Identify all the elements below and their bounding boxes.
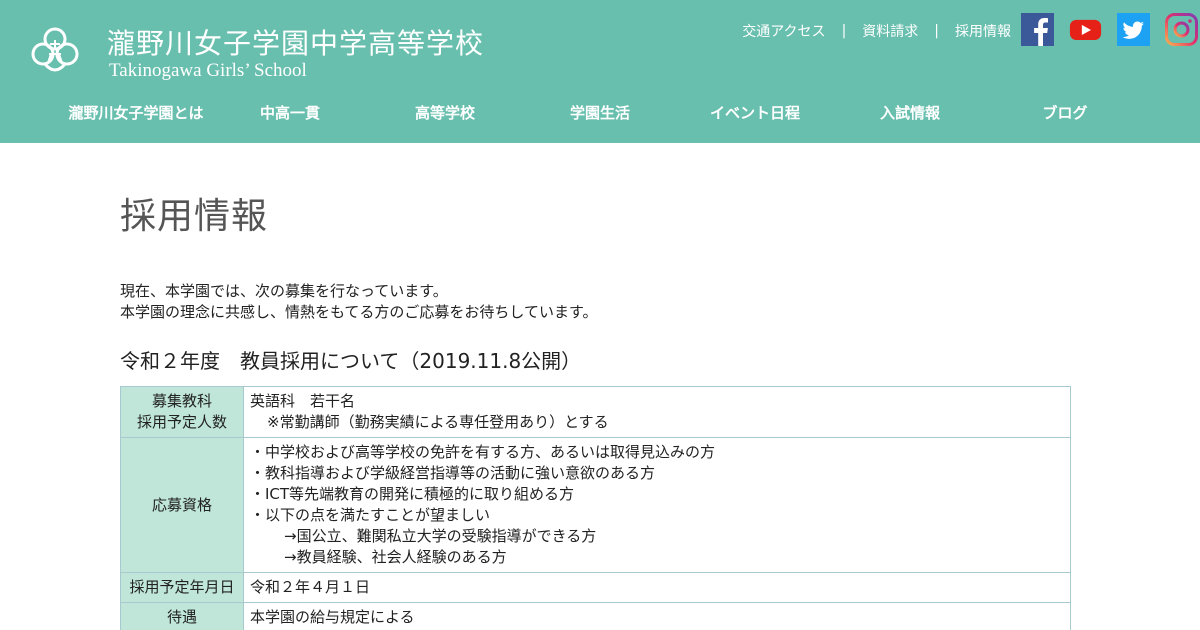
label-line: 採用予定人数 bbox=[136, 413, 227, 431]
top-links: 交通アクセス | 資料請求 | 採用情報 bbox=[742, 21, 1011, 41]
row-label-subject: 募集教科 採用予定人数 bbox=[120, 386, 244, 438]
label-line: 募集教科 bbox=[151, 392, 212, 410]
facebook-icon[interactable] bbox=[1021, 13, 1054, 46]
link-separator: | bbox=[934, 23, 939, 39]
row-label-compensation: 待遇 bbox=[120, 602, 244, 630]
row-value-subject: 英語科 若干名 ※常勤講師（勤務実績による専任登用あり）とする bbox=[243, 386, 1071, 438]
row-label-start-date: 採用予定年月日 bbox=[120, 572, 244, 603]
intro-line: 本学園の理念に共感し、情熱をもてる方のご応募をお待ちしています。 bbox=[120, 303, 598, 321]
row-value-start-date: 令和２年４月１日 bbox=[243, 572, 1071, 603]
nav-item-about[interactable]: 瀧野川女子学園とは bbox=[68, 102, 203, 123]
recruitment-link[interactable]: 採用情報 bbox=[955, 21, 1011, 41]
intro-line: 現在、本学園では、次の募集を行なっています。 bbox=[120, 282, 448, 300]
value-line: ・中学校および高等学校の免許を有する方、あるいは取得見込みの方 bbox=[250, 443, 716, 461]
access-link[interactable]: 交通アクセス bbox=[742, 21, 825, 41]
table-row: 採用予定年月日 令和２年４月１日 bbox=[120, 572, 1071, 603]
value-line: ・教科指導および学級経営指導等の活動に強い意欲のある方 bbox=[250, 464, 656, 482]
row-label-qualifications: 応募資格 bbox=[120, 437, 244, 573]
value-line: →国公立、難関私立大学の受験指導ができる方 bbox=[284, 527, 597, 545]
value-line: →教員経験、社会人経験のある方 bbox=[284, 548, 507, 566]
value-line: 英語科 若干名 bbox=[250, 392, 356, 410]
value-line: ※常勤講師（勤務実績による専任登用あり）とする bbox=[267, 413, 609, 431]
nav-item-school-life[interactable]: 学園生活 bbox=[570, 102, 630, 123]
page-title: 採用情報 bbox=[120, 196, 269, 237]
row-value-qualifications: ・中学校および高等学校の免許を有する方、あるいは取得見込みの方 ・教科指導および… bbox=[243, 437, 1071, 573]
nav-item-blog[interactable]: ブログ bbox=[1042, 102, 1087, 123]
table-row: 募集教科 採用予定人数 英語科 若干名 ※常勤講師（勤務実績による専任登用あり）… bbox=[120, 386, 1071, 438]
link-separator: | bbox=[841, 23, 847, 39]
school-name-en[interactable]: Takinogawa Girls’ School bbox=[109, 60, 307, 82]
nav-item-events[interactable]: イベント日程 bbox=[710, 102, 800, 123]
instagram-icon[interactable] bbox=[1165, 13, 1198, 46]
school-name-jp[interactable]: 瀧野川女子学園中学高等学校 bbox=[107, 22, 484, 62]
global-nav: 瀧野川女子学園とは 中高一貫 高等学校 学園生活 イベント日程 入試情報 ブログ bbox=[0, 102, 1200, 130]
youtube-icon[interactable] bbox=[1069, 13, 1102, 46]
twitter-icon[interactable] bbox=[1117, 13, 1150, 46]
recruitment-table: 募集教科 採用予定人数 英語科 若干名 ※常勤講師（勤務実績による専任登用あり）… bbox=[120, 386, 1071, 630]
site-header: 瀧野川女子学園中学高等学校 Takinogawa Girls’ School 交… bbox=[0, 0, 1200, 143]
section-title: 令和２年度 教員採用について（2019.11.8公開） bbox=[120, 349, 582, 373]
table-row: 応募資格 ・中学校および高等学校の免許を有する方、あるいは取得見込みの方 ・教科… bbox=[120, 437, 1071, 573]
nav-item-high-school[interactable]: 高等学校 bbox=[415, 102, 475, 123]
value-line: ・ICT等先端教育の開発に積極的に取り組める方 bbox=[250, 485, 575, 503]
main-content: 採用情報 現在、本学園では、次の募集を行なっています。 本学園の理念に共感し、情… bbox=[120, 143, 1071, 630]
nav-item-junior-senior[interactable]: 中高一貫 bbox=[260, 102, 320, 123]
social-links bbox=[1021, 13, 1198, 46]
value-line: ・以下の点を満たすことが望ましい bbox=[250, 506, 491, 524]
brochure-request-link[interactable]: 資料請求 bbox=[862, 21, 918, 41]
row-value-compensation: 本学園の給与規定による bbox=[243, 602, 1071, 630]
school-crest-icon[interactable] bbox=[28, 24, 82, 78]
nav-item-admissions[interactable]: 入試情報 bbox=[880, 102, 940, 123]
intro-text: 現在、本学園では、次の募集を行なっています。 本学園の理念に共感し、情熱をもてる… bbox=[120, 281, 1071, 323]
table-row: 待遇 本学園の給与規定による bbox=[120, 602, 1071, 630]
